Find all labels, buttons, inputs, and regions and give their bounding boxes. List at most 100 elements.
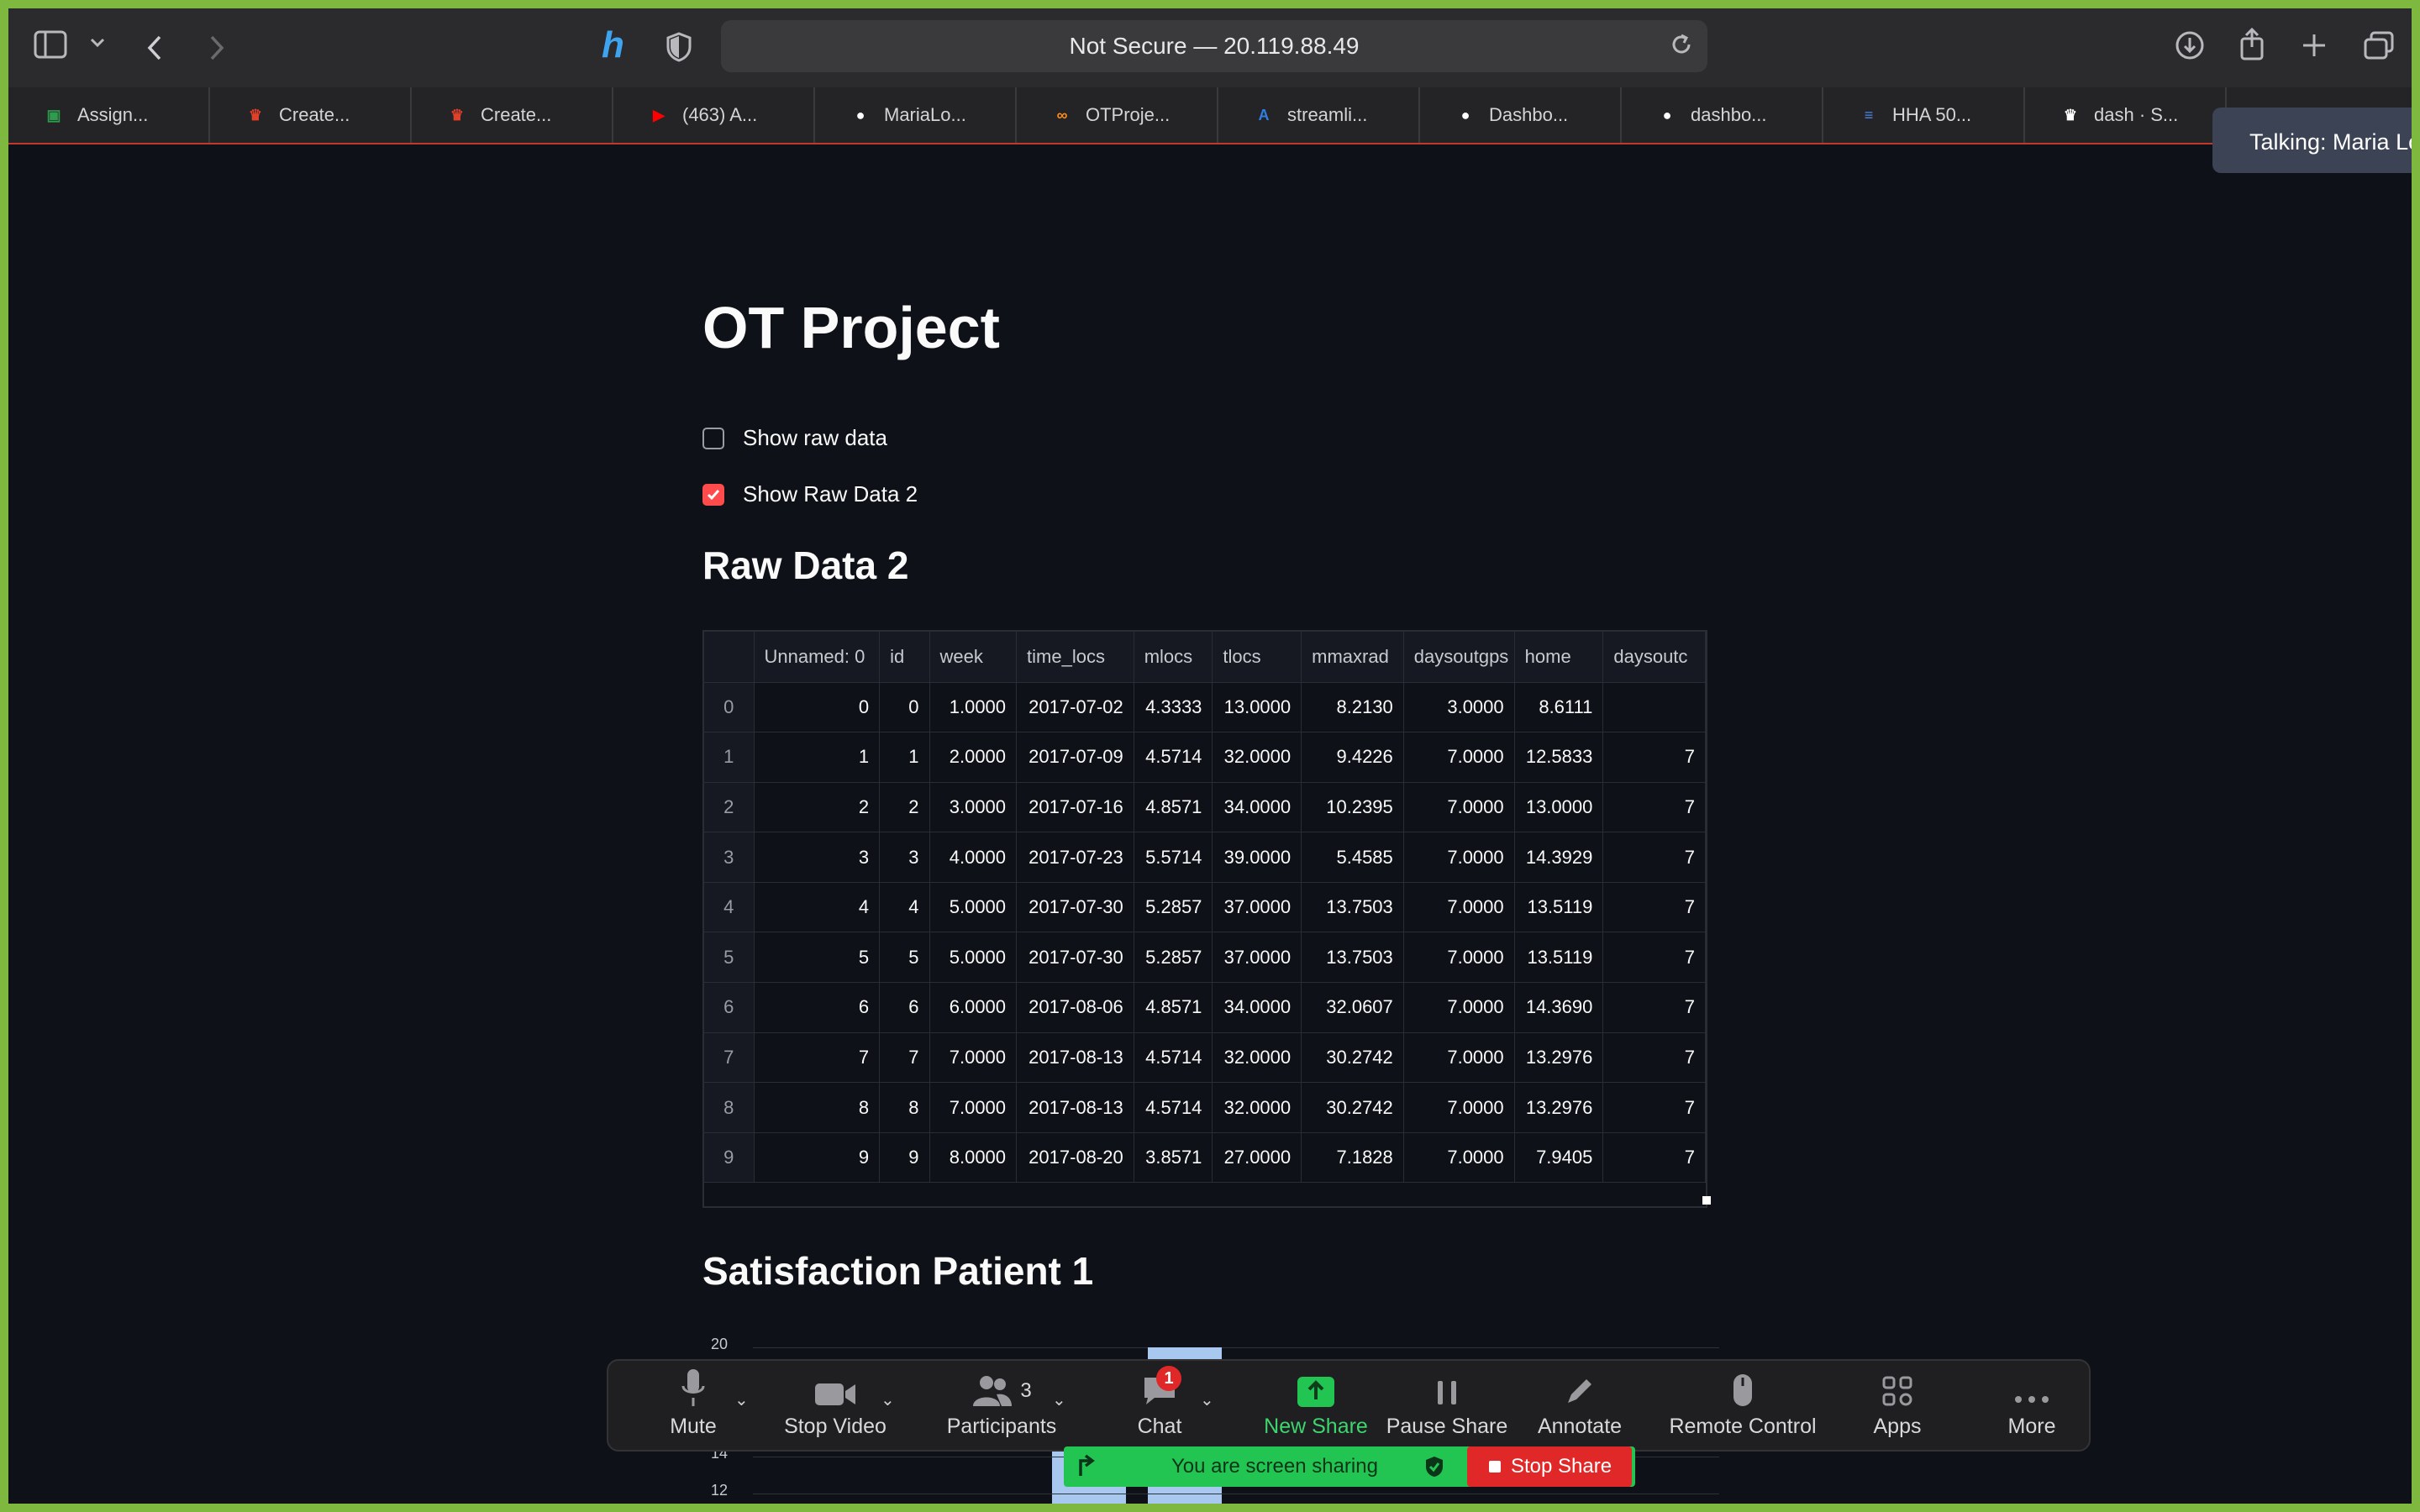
- table-cell[interactable]: 5.0000: [929, 932, 1018, 984]
- table-cell[interactable]: 37.0000: [1212, 882, 1302, 933]
- table-cell[interactable]: 0: [879, 682, 930, 733]
- table-cell[interactable]: 7.9405: [1514, 1132, 1604, 1184]
- table-cell[interactable]: 7: [1602, 832, 1706, 883]
- table-cell[interactable]: 13.5119: [1514, 882, 1604, 933]
- browser-tab[interactable]: ♛ Create...: [210, 87, 412, 143]
- table-cell[interactable]: 4.0000: [929, 832, 1018, 883]
- pause-share-button[interactable]: Pause Share: [1371, 1361, 1523, 1453]
- table-cell[interactable]: 8.6111: [1514, 682, 1604, 733]
- table-cell[interactable]: 7.0000: [1403, 732, 1515, 783]
- download-icon[interactable]: [2175, 30, 2205, 60]
- table-cell[interactable]: 9: [879, 1132, 930, 1184]
- column-header[interactable]: mmaxrad: [1301, 632, 1404, 683]
- back-icon[interactable]: [145, 34, 165, 62]
- row-index[interactable]: 7: [704, 1032, 755, 1084]
- table-cell[interactable]: 34.0000: [1212, 782, 1302, 833]
- table-cell[interactable]: 5: [754, 932, 881, 984]
- more-button[interactable]: More: [1990, 1361, 2074, 1453]
- table-cell[interactable]: 7: [1602, 1082, 1706, 1133]
- table-resize-handle[interactable]: [1702, 1196, 1711, 1205]
- browser-tab[interactable]: Astreamli...: [1218, 87, 1420, 143]
- table-cell[interactable]: 4: [754, 882, 881, 933]
- table-cell[interactable]: 2017-07-09: [1016, 732, 1134, 783]
- table-cell[interactable]: 7: [1602, 782, 1706, 833]
- table-cell[interactable]: 6.0000: [929, 982, 1018, 1033]
- table-cell[interactable]: 8.2130: [1301, 682, 1404, 733]
- table-cell[interactable]: 13.2976: [1514, 1082, 1604, 1133]
- reload-icon[interactable]: [1669, 32, 1694, 57]
- column-header[interactable]: id: [879, 632, 930, 683]
- table-cell[interactable]: 6: [754, 982, 881, 1033]
- browser-tab[interactable]: ▣ Assign...: [8, 87, 210, 143]
- table-cell[interactable]: 7.0000: [929, 1082, 1018, 1133]
- chevron-up-icon[interactable]: ⌄: [1200, 1389, 1214, 1410]
- row-index[interactable]: 0: [704, 682, 755, 733]
- browser-tab[interactable]: ● Dashbo...: [1420, 87, 1622, 143]
- table-cell[interactable]: 7.0000: [1403, 1032, 1515, 1084]
- table-cell[interactable]: 37.0000: [1212, 932, 1302, 984]
- browser-tab[interactable]: ● dashbo...: [1622, 87, 1823, 143]
- table-cell[interactable]: 7.0000: [1403, 1082, 1515, 1133]
- column-header[interactable]: time_locs: [1016, 632, 1134, 683]
- row-index[interactable]: 9: [704, 1132, 755, 1184]
- table-cell[interactable]: 3.8571: [1134, 1132, 1213, 1184]
- table-cell[interactable]: 2: [879, 782, 930, 833]
- table-cell[interactable]: 13.5119: [1514, 932, 1604, 984]
- new-share-button[interactable]: New Share: [1240, 1361, 1392, 1453]
- checkbox-show-raw-data-2[interactable]: Show Raw Data 2: [702, 481, 918, 507]
- stop-video-button[interactable]: Stop Video: [776, 1361, 894, 1453]
- table-cell[interactable]: 4.8571: [1134, 982, 1213, 1033]
- table-cell[interactable]: 13.0000: [1514, 782, 1604, 833]
- table-cell[interactable]: 14.3690: [1514, 982, 1604, 1033]
- annotate-button[interactable]: Annotate: [1521, 1361, 1639, 1453]
- checkbox-checked-icon[interactable]: [702, 483, 724, 506]
- checkbox-show-raw-data[interactable]: Show raw data: [702, 425, 887, 451]
- table-cell[interactable]: 5.5714: [1134, 832, 1213, 883]
- table-cell[interactable]: 2: [754, 782, 881, 833]
- table-cell[interactable]: 9: [754, 1132, 881, 1184]
- table-cell[interactable]: 7.0000: [1403, 932, 1515, 984]
- table-cell[interactable]: 5: [879, 932, 930, 984]
- row-index[interactable]: 6: [704, 982, 755, 1033]
- table-cell[interactable]: 12.5833: [1514, 732, 1604, 783]
- remote-control-button[interactable]: Remote Control: [1650, 1361, 1835, 1453]
- table-cell[interactable]: 7: [1602, 932, 1706, 984]
- mute-button[interactable]: Mute: [655, 1361, 731, 1453]
- sidebar-toggle-icon[interactable]: [34, 30, 67, 59]
- table-cell[interactable]: 8: [879, 1082, 930, 1133]
- table-cell[interactable]: 3.0000: [929, 782, 1018, 833]
- new-tab-icon[interactable]: [2301, 32, 2328, 59]
- table-cell[interactable]: 2017-07-23: [1016, 832, 1134, 883]
- table-cell[interactable]: 7.0000: [929, 1032, 1018, 1084]
- table-cell[interactable]: 7: [1602, 982, 1706, 1033]
- table-cell[interactable]: 3: [879, 832, 930, 883]
- table-cell[interactable]: 8.0000: [929, 1132, 1018, 1184]
- column-header[interactable]: Unnamed: 0: [754, 632, 881, 683]
- table-cell[interactable]: 4.3333: [1134, 682, 1213, 733]
- chevron-up-icon[interactable]: ⌄: [734, 1389, 749, 1410]
- browser-tab[interactable]: ♛ Create...: [412, 87, 613, 143]
- table-cell[interactable]: 13.7503: [1301, 882, 1404, 933]
- table-cell[interactable]: 7.0000: [1403, 832, 1515, 883]
- column-header[interactable]: tlocs: [1212, 632, 1302, 683]
- table-cell[interactable]: 27.0000: [1212, 1132, 1302, 1184]
- table-cell[interactable]: 4: [879, 882, 930, 933]
- table-cell[interactable]: 4.5714: [1134, 1032, 1213, 1084]
- table-cell[interactable]: 34.0000: [1212, 982, 1302, 1033]
- table-cell[interactable]: 6: [879, 982, 930, 1033]
- table-cell[interactable]: 7: [1602, 1132, 1706, 1184]
- table-cell[interactable]: 13.2976: [1514, 1032, 1604, 1084]
- table-cell[interactable]: 7: [754, 1032, 881, 1084]
- table-cell[interactable]: 2.0000: [929, 732, 1018, 783]
- browser-tab[interactable]: ≡ HHA 50...: [1823, 87, 2025, 143]
- column-header[interactable]: daysoutc: [1602, 632, 1706, 683]
- table-cell[interactable]: 30.2742: [1301, 1032, 1404, 1084]
- table-cell[interactable]: 3: [754, 832, 881, 883]
- chevron-up-icon[interactable]: ⌄: [881, 1389, 895, 1410]
- browser-tab[interactable]: ∞ OTProje...: [1017, 87, 1218, 143]
- table-cell[interactable]: 7.0000: [1403, 782, 1515, 833]
- table-cell[interactable]: 3.0000: [1403, 682, 1515, 733]
- table-cell[interactable]: 4.5714: [1134, 732, 1213, 783]
- table-cell[interactable]: 5.2857: [1134, 882, 1213, 933]
- table-cell[interactable]: 7: [879, 1032, 930, 1084]
